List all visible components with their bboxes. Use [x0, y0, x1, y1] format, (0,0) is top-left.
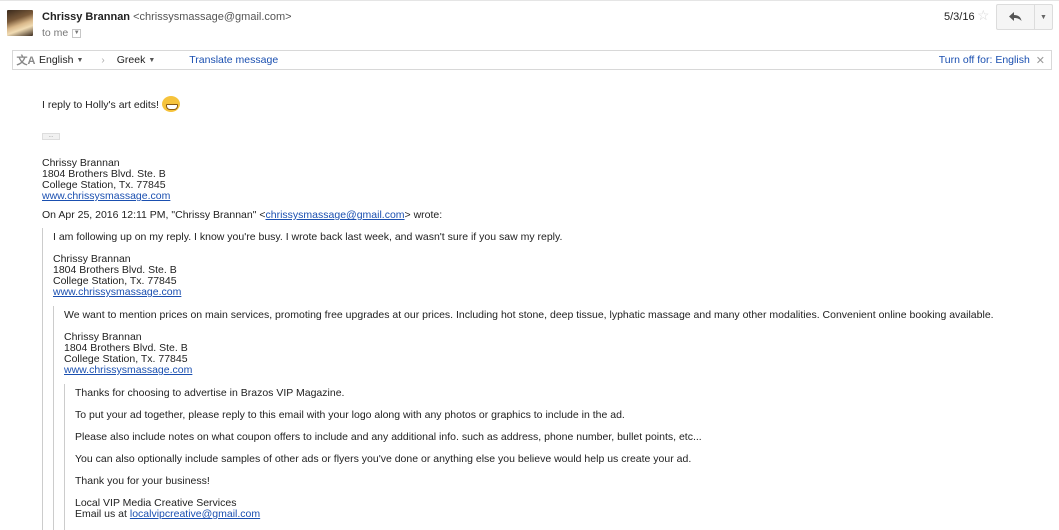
top-divider: [0, 0, 1059, 1]
chevron-down-icon: ▼: [1040, 13, 1047, 21]
attribution-suffix: > wrote:: [404, 209, 443, 221]
quote3-email-prefix: Email us at: [75, 508, 130, 520]
sender-line: Chrissy Brannan <chrissysmassage@gmail.c…: [42, 11, 292, 23]
attribution-email-link[interactable]: chrissysmassage@gmail.com: [266, 209, 405, 221]
quote3-paragraph: Thanks for choosing to advertise in Braz…: [75, 387, 345, 399]
signature-address2: College Station, Tx. 77845: [42, 179, 166, 191]
target-language-dropdown[interactable]: Greek ▼: [117, 54, 156, 66]
sender-name[interactable]: Chrissy Brannan: [42, 11, 130, 23]
quote3-email-link[interactable]: localvipcreative@gmail.com: [130, 508, 260, 520]
quoted-message-3: Thanks for choosing to advertise in Braz…: [64, 384, 1042, 530]
quoted-message-2: We want to mention prices on main servic…: [53, 306, 1042, 530]
quote1-website-link[interactable]: www.chrissysmassage.com: [53, 286, 181, 298]
quote2-signature-name: Chrissy Brannan: [64, 331, 142, 343]
source-language-label: English: [39, 54, 74, 66]
caret-down-icon: ▼: [76, 56, 84, 64]
quote3-email-line: Email us at localvipcreative@gmail.com: [75, 509, 1042, 520]
quote3-paragraph: You can also optionally include samples …: [75, 453, 692, 465]
quote3-paragraph: To put your ad together, please reply to…: [75, 409, 625, 421]
quote2-website-link[interactable]: www.chrissysmassage.com: [64, 364, 192, 376]
translate-bar-right: Turn off for: English ✕: [939, 54, 1051, 67]
quote2-signature: Chrissy Brannan 1804 Brothers Blvd. Ste.…: [64, 332, 1042, 376]
star-icon[interactable]: ☆: [977, 8, 990, 22]
caret-down-icon: ▼: [148, 56, 156, 64]
show-details-button[interactable]: ▼: [72, 28, 82, 38]
reply-button-group: ▼: [996, 4, 1053, 30]
message-date: 5/3/16: [944, 11, 975, 23]
quote2-signature-address2: College Station, Tx. 77845: [64, 353, 188, 365]
sender-avatar[interactable]: [7, 10, 33, 36]
quote-attribution: On Apr 25, 2016 12:11 PM, "Chrissy Brann…: [42, 210, 1042, 221]
attribution-prefix: On Apr 25, 2016 12:11 PM, "Chrissy Brann…: [42, 209, 266, 221]
quote2-body: We want to mention prices on main servic…: [64, 309, 994, 321]
quoted-message-1: I am following up on my reply. I know yo…: [42, 228, 1042, 530]
message-body: I reply to Holly's art edits! ... Chriss…: [42, 96, 1042, 530]
quote2-signature-address1: 1804 Brothers Blvd. Ste. B: [64, 342, 188, 354]
signature-address1: 1804 Brothers Blvd. Ste. B: [42, 168, 166, 180]
quote1-signature-address2: College Station, Tx. 77845: [53, 275, 177, 287]
translate-message-link[interactable]: Translate message: [189, 54, 278, 66]
quote1-signature: Chrissy Brannan 1804 Brothers Blvd. Ste.…: [53, 254, 1042, 298]
signature-name: Chrissy Brannan: [42, 157, 120, 169]
recipient-line: to me ▼: [42, 27, 82, 39]
turn-off-translation-link[interactable]: Turn off for: English: [939, 54, 1030, 66]
trimmed-content-wrapper: ...: [42, 129, 1042, 140]
quote1-body: I am following up on my reply. I know yo…: [53, 231, 563, 243]
quote3-paragraph: Thank you for your business!: [75, 475, 210, 487]
signature: Chrissy Brannan 1804 Brothers Blvd. Ste.…: [42, 158, 1042, 202]
source-language-dropdown[interactable]: English ▼: [39, 54, 83, 66]
quote1-signature-address1: 1804 Brothers Blvd. Ste. B: [53, 264, 177, 276]
close-icon[interactable]: ✕: [1036, 54, 1045, 67]
recipient-label: to me: [42, 27, 69, 39]
target-language-label: Greek: [116, 54, 146, 66]
message-text: I reply to Holly's art edits!: [42, 96, 1042, 112]
show-trimmed-content-button[interactable]: ...: [42, 133, 60, 140]
translate-icon: 文A: [16, 55, 36, 67]
reply-icon: [1009, 12, 1022, 21]
sender-email: <chrissysmassage@gmail.com>: [133, 11, 292, 23]
grinning-face-emoji-icon: [161, 96, 180, 112]
reply-button[interactable]: [997, 5, 1035, 29]
signature-website-link[interactable]: www.chrissysmassage.com: [42, 190, 170, 202]
more-actions-button[interactable]: ▼: [1035, 5, 1052, 29]
quote3-paragraph: Please also include notes on what coupon…: [75, 431, 702, 443]
quote1-signature-name: Chrissy Brannan: [53, 253, 131, 265]
chevron-down-icon: ▼: [73, 30, 80, 36]
chevron-right-icon: ›: [101, 54, 105, 66]
translate-bar: 文A English ▼ › Greek ▼ Translate message…: [12, 50, 1052, 70]
message-body-text: I reply to Holly's art edits!: [42, 99, 159, 111]
